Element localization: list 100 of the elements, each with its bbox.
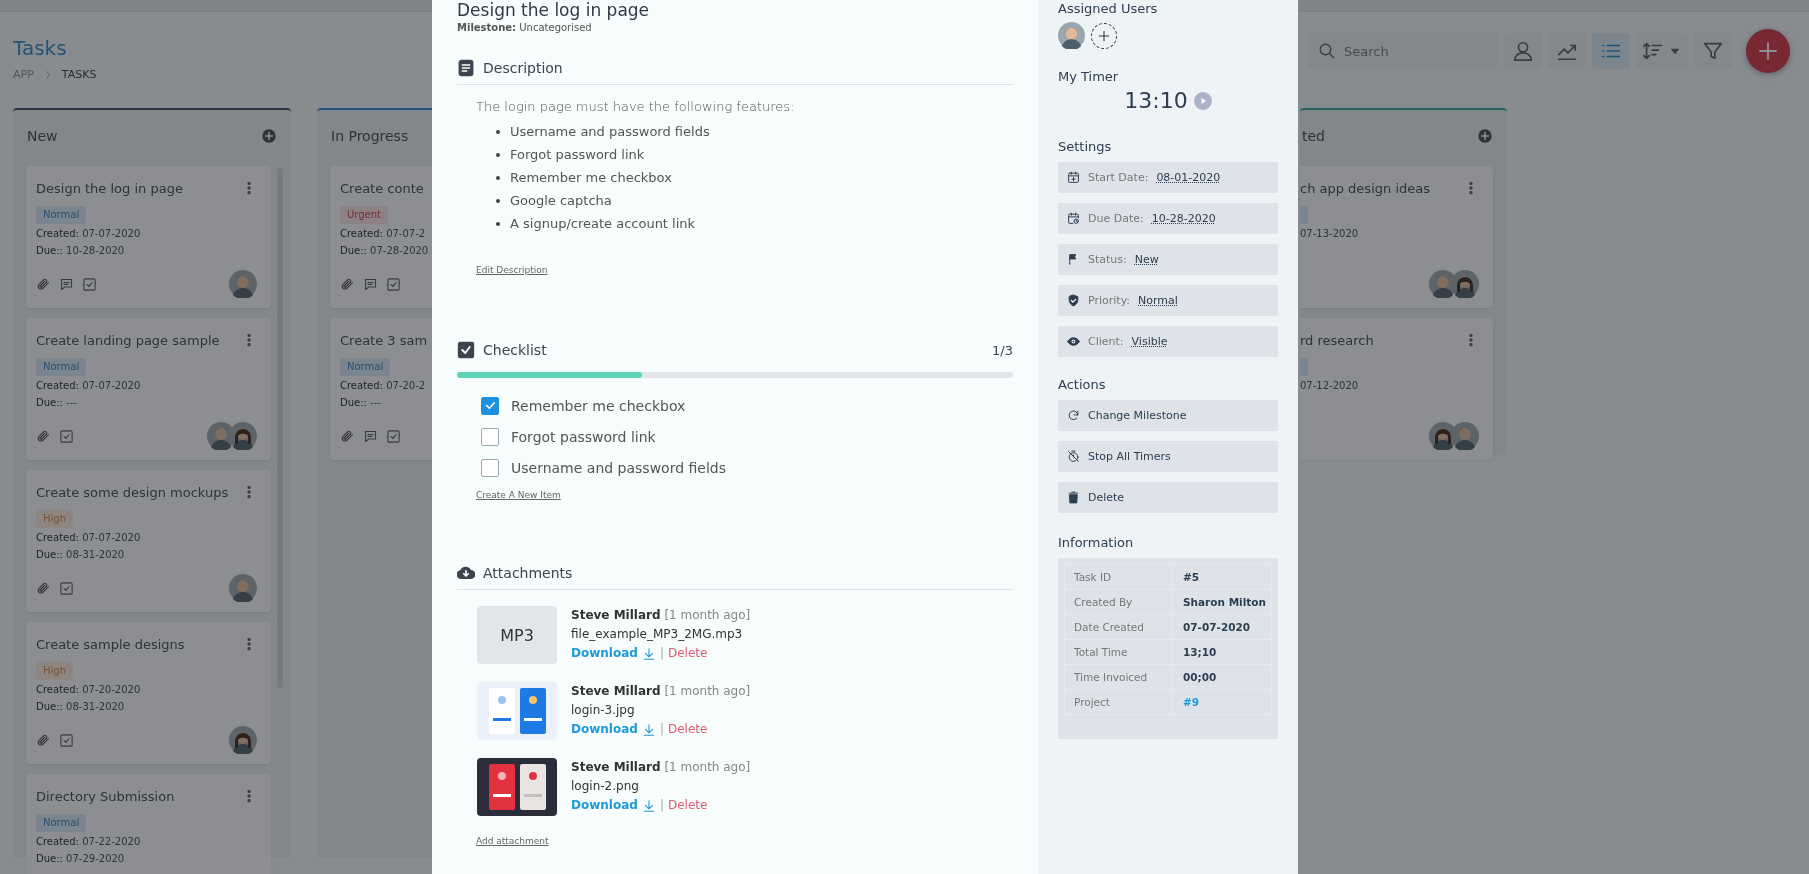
setting-row[interactable]: Client: Visible bbox=[1058, 326, 1278, 357]
created-date: Created: 07-07-2020 bbox=[36, 531, 141, 545]
created-date: 07-12-2020 bbox=[1300, 379, 1359, 393]
action-button[interactable]: Stop All Timers bbox=[1058, 441, 1278, 472]
page-title: Tasks bbox=[13, 36, 68, 60]
section-heading: Checklist bbox=[483, 342, 547, 358]
info-value: 07-07-2020 bbox=[1182, 621, 1251, 633]
trash-icon bbox=[1067, 491, 1080, 504]
setting-value[interactable]: Visible bbox=[1131, 335, 1168, 348]
edit-description-link[interactable]: Edit Description bbox=[476, 265, 548, 275]
list-view-button[interactable] bbox=[1592, 33, 1630, 69]
setting-value[interactable]: New bbox=[1134, 253, 1159, 266]
setting-label: Client: bbox=[1088, 335, 1124, 348]
calendar-plus-icon bbox=[1067, 171, 1080, 184]
checklist-item: Username and password fields bbox=[511, 459, 727, 476]
task-card[interactable]: Directory Submission Normal Created: 07-22-2020 Due:: 07-29-2020 bbox=[26, 774, 271, 874]
due-date: Due:: 08-31-2020 bbox=[36, 548, 125, 562]
list-item: Forgot password link bbox=[510, 147, 645, 162]
shield-icon bbox=[1067, 294, 1080, 307]
sort-view-button[interactable] bbox=[1636, 33, 1688, 69]
section-heading: Settings bbox=[1058, 139, 1113, 154]
users-view-button[interactable] bbox=[1504, 33, 1542, 69]
section-heading: My Timer bbox=[1058, 69, 1120, 84]
description-text: The login page must have the following features: bbox=[476, 99, 796, 114]
task-card[interactable]: ch app design ideas 07-13-2020 bbox=[1300, 166, 1493, 308]
info-value: 00;00 bbox=[1182, 671, 1217, 683]
setting-value[interactable]: 08-01-2020 bbox=[1156, 171, 1221, 184]
redo-icon bbox=[1067, 409, 1080, 422]
due-date: Due:: --- bbox=[340, 396, 381, 410]
info-label: Task ID bbox=[1065, 565, 1173, 589]
checklist-item: Forgot password link bbox=[511, 428, 656, 445]
user-icon bbox=[1512, 40, 1534, 62]
separator: | bbox=[659, 797, 664, 814]
upload-time: [1 month ago] bbox=[664, 684, 751, 698]
setting-value[interactable]: Normal bbox=[1138, 294, 1178, 307]
setting-label: Status: bbox=[1088, 253, 1127, 266]
info-value: #5 bbox=[1182, 571, 1200, 583]
setting-row[interactable]: Status: New bbox=[1058, 244, 1278, 275]
breadcrumb-item[interactable]: TASKS bbox=[61, 68, 97, 81]
task-card[interactable]: Create sample designs High Created: 07-20-2020 Due:: 08-31-2020 bbox=[26, 622, 271, 764]
task-card[interactable]: Design the log in page Normal Created: 07-07-2020 Due:: 10-28-2020 bbox=[26, 166, 271, 308]
setting-row[interactable]: Due Date: 10-28-2020 bbox=[1058, 203, 1278, 234]
created-date: Created: 07-20-2 bbox=[340, 379, 426, 393]
setting-row[interactable]: Start Date: 08-01-2020 bbox=[1058, 162, 1278, 193]
setting-label: Start Date: bbox=[1088, 171, 1149, 184]
sort-icon bbox=[1642, 40, 1664, 62]
card-title: ch app design ideas bbox=[1300, 180, 1430, 196]
filter-view-button[interactable] bbox=[1694, 33, 1732, 69]
task-title: Design the log in page bbox=[457, 0, 651, 20]
card-title: Create some design mockups bbox=[36, 484, 229, 500]
plus-icon bbox=[1756, 39, 1780, 63]
action-button[interactable]: Change Milestone bbox=[1058, 400, 1278, 431]
delete-link[interactable]: Delete bbox=[667, 644, 708, 663]
search-field[interactable]: Search bbox=[1308, 33, 1498, 69]
file-name: login-3.jpg bbox=[571, 702, 636, 719]
info-label: Total Time bbox=[1065, 640, 1173, 664]
due-date: Due:: 07-29-2020 bbox=[36, 852, 125, 866]
setting-label: Priority: bbox=[1088, 294, 1131, 307]
priority-tag: Normal bbox=[36, 814, 87, 832]
created-date: Created: 07-22-2020 bbox=[36, 835, 141, 849]
add-icon[interactable] bbox=[1477, 128, 1493, 144]
delete-link[interactable]: Delete bbox=[667, 720, 708, 739]
task-card[interactable]: Create some design mockups High Created: 07-07-2020 Due:: 08-31-2020 bbox=[26, 470, 271, 612]
card-title: Design the log in page bbox=[36, 180, 183, 196]
chart-view-button[interactable] bbox=[1548, 33, 1586, 69]
card-title: Directory Submission bbox=[36, 788, 175, 804]
info-value: Sharon Milton bbox=[1182, 596, 1266, 608]
bullet-icon bbox=[496, 175, 500, 180]
section-heading: Information bbox=[1058, 535, 1135, 550]
list-item: Google captcha bbox=[510, 193, 612, 208]
setting-value[interactable]: 10-28-2020 bbox=[1151, 212, 1216, 225]
filter-icon bbox=[1702, 40, 1724, 62]
create-item-link[interactable]: Create A New Item bbox=[476, 490, 561, 500]
plus-icon bbox=[1097, 28, 1111, 43]
created-date: 07-13-2020 bbox=[1300, 227, 1359, 241]
priority-tag: Normal bbox=[36, 206, 87, 224]
eye-icon bbox=[1067, 335, 1080, 348]
checkbox[interactable] bbox=[481, 427, 499, 446]
file-thumbnail: MP3 bbox=[477, 606, 557, 664]
checkbox-icon bbox=[457, 341, 475, 359]
setting-row[interactable]: Priority: Normal bbox=[1058, 285, 1278, 316]
upload-time: [1 month ago] bbox=[664, 608, 751, 622]
download-icon bbox=[641, 798, 656, 813]
file-name: login-2.png bbox=[571, 778, 640, 795]
checkbox[interactable] bbox=[481, 458, 499, 477]
add-attachment-link[interactable]: Add attachment bbox=[476, 836, 549, 846]
add-button[interactable] bbox=[1746, 29, 1790, 73]
checkbox[interactable] bbox=[481, 396, 499, 415]
delete-link[interactable]: Delete bbox=[667, 796, 708, 815]
download-icon bbox=[641, 722, 656, 737]
due-date: Due:: 08-31-2020 bbox=[36, 700, 125, 714]
add-icon[interactable] bbox=[261, 128, 277, 144]
timer-off-icon bbox=[1067, 450, 1080, 463]
task-card[interactable]: Create landing page sample Normal Created: 07-07-2020 Due:: --- bbox=[26, 318, 271, 460]
info-value: 13;10 bbox=[1182, 646, 1217, 658]
due-date: Due:: 07-28-2020 bbox=[340, 244, 429, 258]
task-card[interactable]: rd research 07-12-2020 bbox=[1300, 318, 1493, 460]
separator: | bbox=[659, 721, 664, 738]
play-button[interactable] bbox=[1193, 91, 1212, 110]
action-button[interactable]: Delete bbox=[1058, 482, 1278, 513]
